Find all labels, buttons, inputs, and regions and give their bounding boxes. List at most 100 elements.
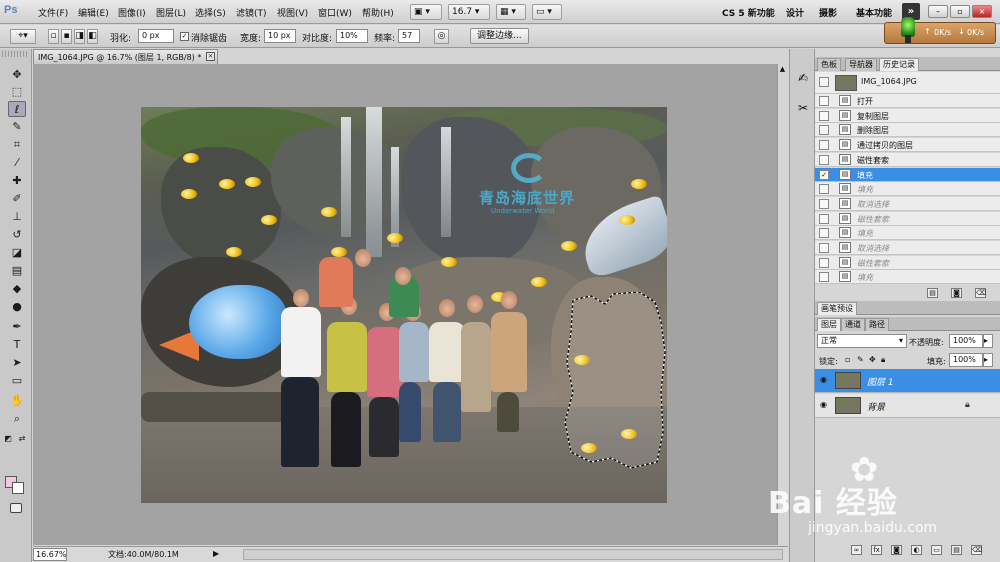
clone-stamp-icon[interactable]: ⊥ bbox=[8, 209, 26, 225]
document-tab[interactable]: IMG_1064.JPG @ 16.7% (图层 1, RGB/8) * × bbox=[33, 49, 218, 64]
opacity-dropdown-icon[interactable]: ▸ bbox=[983, 334, 993, 348]
new-selection-icon[interactable]: ▫ bbox=[48, 29, 59, 44]
history-brush-source-checkbox[interactable] bbox=[819, 243, 829, 253]
width-input[interactable]: 10 px bbox=[264, 29, 296, 43]
menu-view[interactable]: 视图(V) bbox=[277, 6, 308, 19]
healing-brush-icon[interactable]: ✚ bbox=[8, 173, 26, 189]
history-brush-source-checkbox[interactable] bbox=[819, 228, 829, 239]
brush-tool-icon[interactable]: ✐ bbox=[8, 191, 26, 207]
new-document-from-state-icon[interactable]: ▤ bbox=[927, 288, 938, 298]
history-state-row[interactable]: ▤ 复制图层 bbox=[815, 108, 1000, 123]
workspace-essentials[interactable]: 基本功能 bbox=[856, 6, 892, 19]
snapshot-source-checkbox[interactable] bbox=[819, 77, 829, 87]
dodge-tool-icon[interactable]: ● bbox=[8, 299, 26, 315]
history-brush-source-checkbox[interactable] bbox=[819, 96, 829, 106]
intersect-selection-icon[interactable]: ◧ bbox=[87, 29, 98, 44]
history-snapshot[interactable]: IMG_1064.JPG bbox=[815, 72, 1000, 94]
history-brush-source-checkbox[interactable] bbox=[819, 125, 829, 136]
history-state-row[interactable]: ▤ 通过拷贝的图层 bbox=[815, 138, 1000, 153]
history-brush-source-checkbox[interactable] bbox=[819, 257, 829, 268]
history-brush-icon[interactable]: ↺ bbox=[8, 227, 26, 243]
zoom-dropdown[interactable]: 16.7 ▾ bbox=[448, 4, 490, 20]
layer-row-background[interactable]: ◉ 背景 🔒︎ bbox=[815, 394, 1000, 418]
tool-presets-icon[interactable]: ✍ bbox=[794, 69, 812, 87]
quick-select-tool-icon[interactable]: ✎ bbox=[8, 119, 26, 135]
history-brush-source-checkbox[interactable] bbox=[819, 198, 829, 209]
toolbar-grip[interactable] bbox=[2, 51, 28, 57]
scroll-up-icon[interactable]: ▲ bbox=[777, 64, 788, 75]
tab-paths[interactable]: 路径 bbox=[865, 318, 889, 331]
crop-tool-icon[interactable]: ⌗ bbox=[8, 137, 26, 153]
menu-window[interactable]: 窗口(W) bbox=[318, 6, 352, 19]
subtract-selection-icon[interactable]: ◨ bbox=[74, 29, 85, 44]
layer-mask-icon[interactable]: ◙ bbox=[891, 545, 902, 555]
brush-presets-icon[interactable]: ✂ bbox=[794, 99, 812, 117]
history-state-row[interactable]: ▤ 磁性套索 bbox=[815, 211, 1000, 226]
horizontal-scrollbar[interactable] bbox=[243, 549, 783, 560]
antialias-checkbox[interactable]: ✓ bbox=[180, 32, 189, 41]
history-state-row[interactable]: ▤ 填充 bbox=[815, 182, 1000, 197]
lock-pixels-icon[interactable]: ✎ bbox=[857, 355, 864, 364]
adjustment-layer-icon[interactable]: ◐ bbox=[911, 545, 922, 555]
history-brush-source-checkbox[interactable] bbox=[819, 272, 829, 283]
background-color-swatch[interactable] bbox=[12, 482, 24, 494]
lock-position-icon[interactable]: ✥ bbox=[869, 355, 876, 364]
tab-swatches[interactable]: 色板 bbox=[817, 58, 841, 71]
add-selection-icon[interactable]: ▪ bbox=[61, 29, 72, 44]
zoom-level-input[interactable]: 16.67% bbox=[33, 548, 67, 561]
tab-layers[interactable]: 图层 bbox=[817, 318, 841, 331]
layer-style-icon[interactable]: fx bbox=[871, 545, 882, 555]
eyedropper-tool-icon[interactable]: ⁄ bbox=[8, 155, 26, 171]
feather-input[interactable]: 0 px bbox=[138, 29, 174, 43]
visibility-eye-icon[interactable]: ◉ bbox=[820, 401, 830, 409]
link-layers-icon[interactable]: ∞ bbox=[851, 545, 862, 555]
quick-mask-icon[interactable] bbox=[10, 503, 22, 513]
menu-edit[interactable]: 编辑(E) bbox=[78, 6, 109, 19]
gradient-tool-icon[interactable]: ▤ bbox=[8, 263, 26, 279]
new-layer-icon[interactable]: ▤ bbox=[951, 545, 962, 555]
fill-input[interactable]: 100% bbox=[949, 353, 983, 367]
photo-canvas[interactable]: 青岛海底世界 Underwater World bbox=[141, 107, 667, 503]
history-brush-source-checkbox[interactable] bbox=[819, 140, 829, 151]
history-state-row[interactable]: ▤ 打开 bbox=[815, 94, 1000, 108]
menu-layer[interactable]: 图层(L) bbox=[156, 6, 186, 19]
tablet-pressure-icon[interactable]: ◎ bbox=[434, 29, 449, 44]
tab-channels[interactable]: 通道 bbox=[841, 318, 865, 331]
visibility-eye-icon[interactable]: ◉ bbox=[820, 376, 830, 384]
eraser-tool-icon[interactable]: ◪ bbox=[8, 245, 26, 261]
new-group-icon[interactable]: ▭ bbox=[931, 545, 942, 555]
fill-dropdown-icon[interactable]: ▸ bbox=[983, 353, 993, 367]
history-state-row[interactable]: ✓ ▤ 填充 bbox=[815, 167, 1000, 182]
history-state-row[interactable]: ▤ 取消选择 bbox=[815, 241, 1000, 255]
status-menu-icon[interactable]: ▶ bbox=[213, 549, 219, 558]
history-brush-source-checkbox[interactable] bbox=[819, 184, 829, 195]
menu-select[interactable]: 选择(S) bbox=[195, 6, 226, 19]
workspace-cs5-new[interactable]: CS 5 新功能 bbox=[722, 6, 775, 19]
zoom-tool-icon[interactable]: ⌕ bbox=[8, 411, 26, 427]
tab-history[interactable]: 历史记录 bbox=[879, 58, 919, 71]
document-size-readout[interactable]: 文档:40.0M/80.1M bbox=[108, 549, 179, 560]
menu-filter[interactable]: 滤镜(T) bbox=[236, 6, 267, 19]
tool-preset-picker-icon[interactable]: ⌖▾ bbox=[10, 29, 36, 44]
workspace-design[interactable]: 设计 bbox=[786, 6, 804, 19]
history-state-row[interactable]: ▤ 填充 bbox=[815, 226, 1000, 241]
swap-colors-icon[interactable]: ⇄ bbox=[16, 431, 28, 447]
lasso-tool-icon[interactable]: ℓ bbox=[8, 101, 26, 117]
history-brush-source-checkbox[interactable]: ✓ bbox=[819, 169, 829, 180]
delete-state-icon[interactable]: ⌫ bbox=[975, 288, 986, 298]
marquee-tool-icon[interactable]: ⬚ bbox=[8, 84, 26, 100]
menu-help[interactable]: 帮助(H) bbox=[362, 6, 394, 19]
close-button[interactable]: × bbox=[972, 5, 992, 18]
contrast-input[interactable]: 10% bbox=[336, 29, 368, 43]
frequency-input[interactable]: 57 bbox=[398, 29, 420, 43]
pen-tool-icon[interactable]: ✒ bbox=[8, 319, 26, 335]
history-state-row[interactable]: ▤ 磁性套索 bbox=[815, 255, 1000, 270]
menu-image[interactable]: 图像(I) bbox=[118, 6, 146, 19]
blur-tool-icon[interactable]: ◆ bbox=[8, 281, 26, 297]
refine-edge-button[interactable]: 调整边缘... bbox=[470, 28, 529, 44]
hand-tool-icon[interactable]: ✋ bbox=[8, 393, 26, 409]
history-state-row[interactable]: ▤ 删除图层 bbox=[815, 123, 1000, 138]
history-brush-source-checkbox[interactable] bbox=[819, 110, 829, 121]
history-state-row[interactable]: ▤ 取消选择 bbox=[815, 196, 1000, 211]
screen-mode-dropdown[interactable]: ▣ ▾ bbox=[410, 4, 442, 20]
